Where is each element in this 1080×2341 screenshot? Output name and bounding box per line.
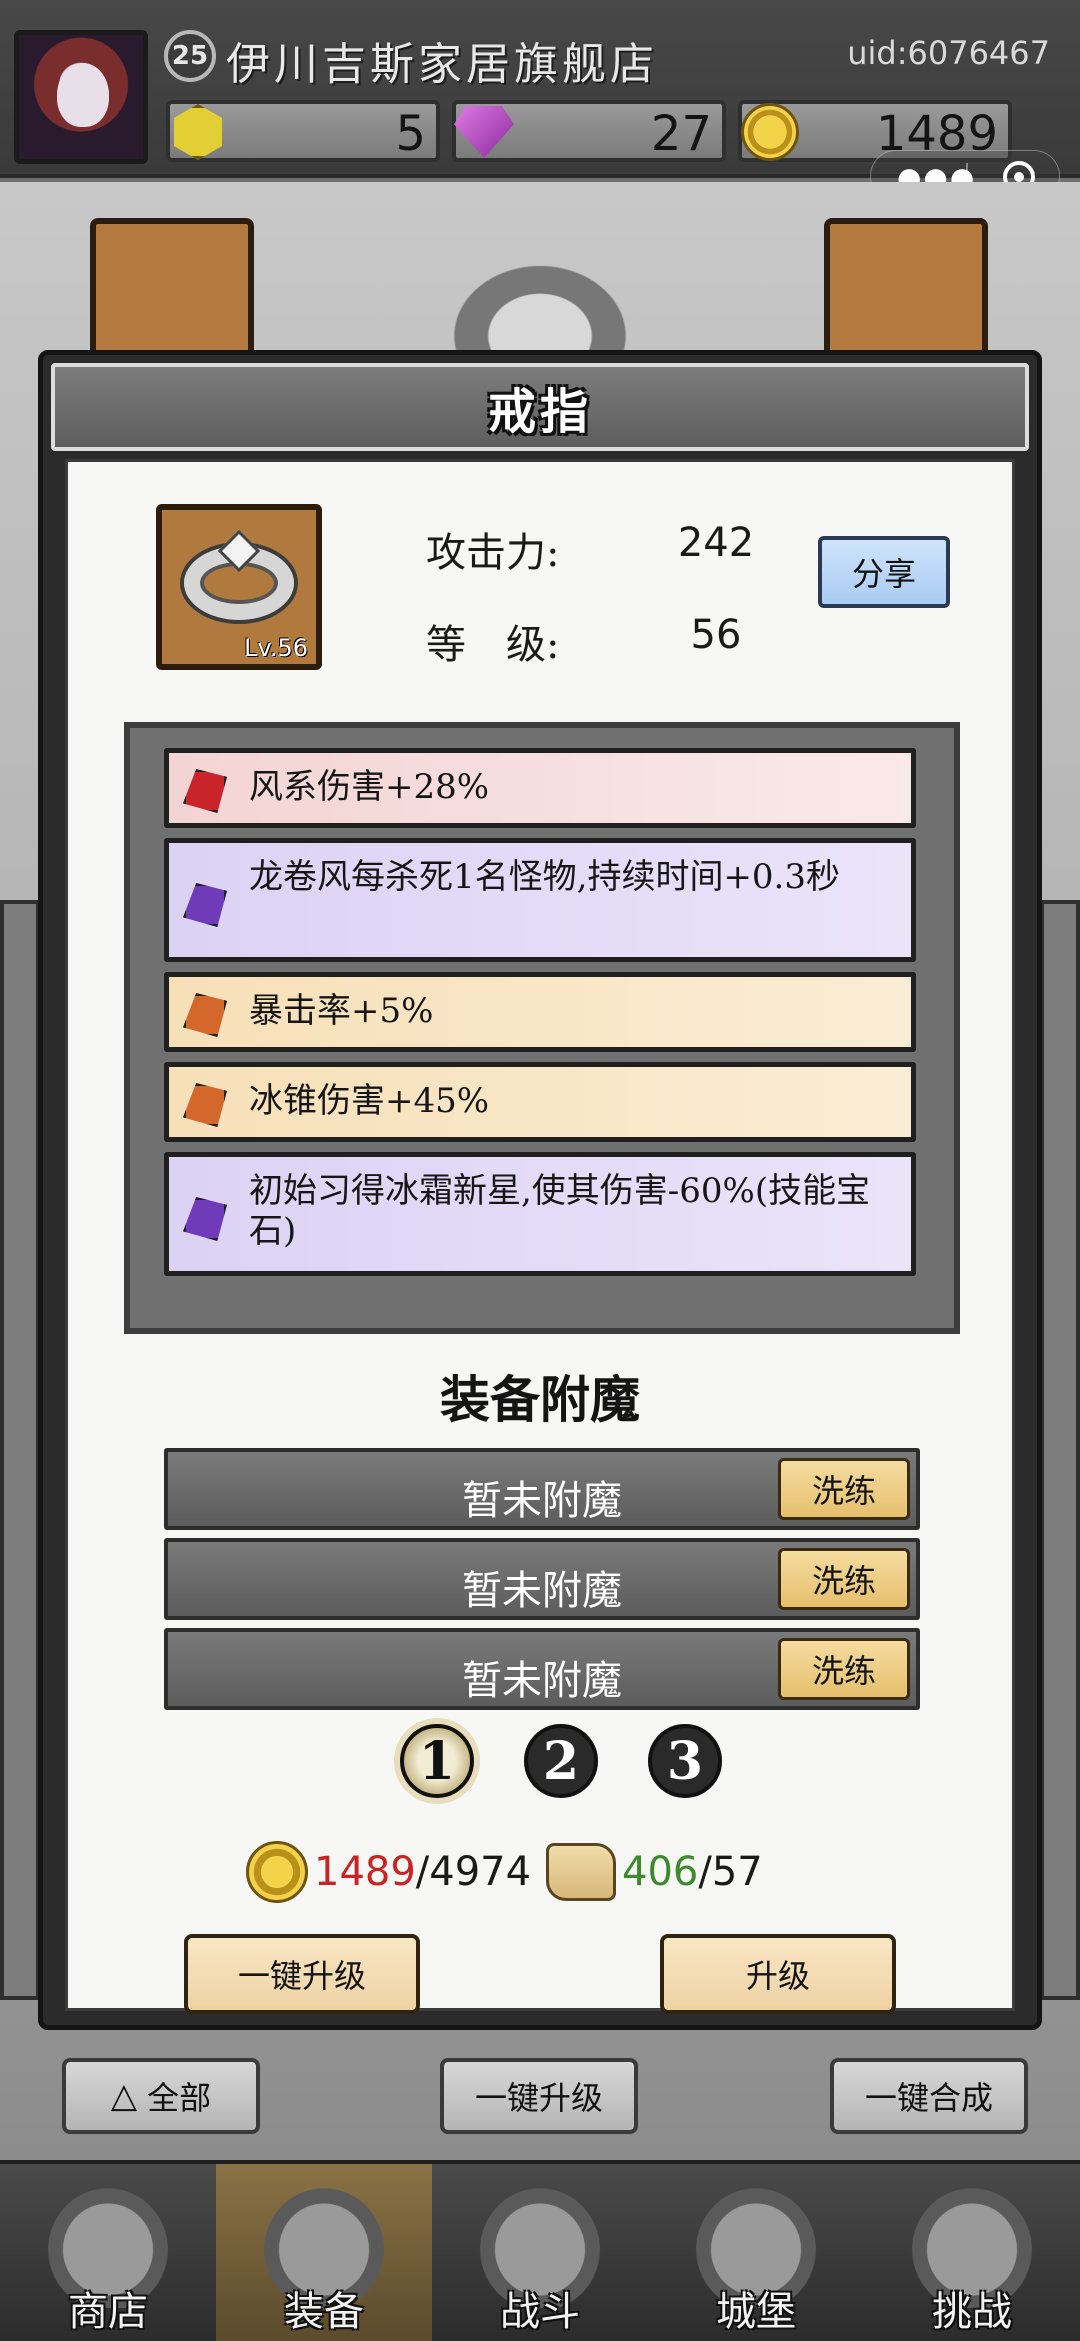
gold-cost: 1489 /4974: [246, 1840, 531, 1904]
affix-row: 暴击率+5%: [164, 972, 916, 1052]
reroll-enchant-button-1[interactable]: 洗练: [778, 1458, 910, 1520]
enchant-page-2[interactable]: 2: [524, 1724, 598, 1798]
attack-value: 242: [677, 520, 755, 566]
share-button[interactable]: 分享: [818, 536, 950, 608]
scroll-cost: 406 /57: [546, 1840, 763, 1904]
affix-text: 龙卷风每杀死1名怪物,持续时间+0.3秒: [249, 857, 840, 897]
nav-battle-label: 战斗: [500, 2289, 580, 2335]
bottom-nav: 商店 装备 战斗 城堡 挑战: [0, 2160, 1080, 2341]
nav-challenge[interactable]: 挑战: [864, 2164, 1080, 2341]
nav-challenge-label: 挑战: [932, 2289, 1012, 2335]
red-gem-icon: [183, 769, 227, 813]
purple-diamond-icon: [452, 100, 518, 166]
one-click-merge-button[interactable]: 一键合成: [830, 2058, 1028, 2134]
upgrade-button[interactable]: 升级: [660, 1934, 896, 2014]
left-side-panel: [0, 900, 40, 2000]
item-detail-dialog: 戒指 Lv.56 攻击力: 242 等 级: 56 分享 风系伤害+28% 龙卷…: [38, 350, 1042, 2030]
enchant-slot-2: 暂未附魔 洗练: [164, 1538, 920, 1620]
gold-required: /4974: [415, 1849, 532, 1895]
item-icon-frame[interactable]: Lv.56: [156, 504, 322, 670]
resource-diamond-value: 27: [650, 106, 712, 162]
orange-gem-icon: [183, 1083, 227, 1127]
affix-row: 初始习得冰霜新星,使其伤害-60%(技能宝石): [164, 1152, 916, 1276]
one-click-upgrade-all-label: 一键升级: [474, 2079, 603, 2117]
scroll-icon: [546, 1843, 616, 1901]
gold-coin-icon: [738, 100, 804, 166]
affix-row: 龙卷风每杀死1名怪物,持续时间+0.3秒: [164, 838, 916, 962]
orange-gem-icon: [183, 993, 227, 1037]
enchant-slot-1: 暂未附魔 洗练: [164, 1448, 920, 1530]
user-id: uid:6076467: [847, 34, 1050, 72]
one-click-merge-label: 一键合成: [864, 2079, 993, 2117]
affix-text: 暴击率+5%: [249, 991, 434, 1031]
enchant-page-1[interactable]: 1: [400, 1724, 474, 1798]
affix-text: 风系伤害+28%: [249, 767, 490, 807]
purple-gem-icon: [183, 883, 227, 927]
dialog-title: 戒指: [487, 384, 592, 440]
affix-row: 冰锥伤害+45%: [164, 1062, 916, 1142]
player-level-badge: 25: [164, 30, 216, 82]
scroll-required: /57: [698, 1849, 763, 1895]
level-label: 等 级:: [426, 622, 560, 668]
dialog-title-bar: 戒指: [51, 363, 1029, 451]
enchant-section-title: 装备附魔: [440, 1370, 640, 1429]
nav-shop-label: 商店: [68, 2289, 148, 2335]
right-side-panel: [1040, 900, 1080, 2000]
affix-text: 初始习得冰霜新星,使其伤害-60%(技能宝石): [249, 1171, 871, 1251]
nav-shop[interactable]: 商店: [0, 2164, 216, 2341]
affix-panel: 风系伤害+28% 龙卷风每杀死1名怪物,持续时间+0.3秒 暴击率+5% 冰锥伤…: [124, 722, 960, 1334]
resource-gold-gem[interactable]: 5: [166, 100, 440, 162]
filter-all-label: 全部: [147, 2079, 212, 2117]
nav-castle[interactable]: 城堡: [648, 2164, 864, 2341]
nav-equipment-label: 装备: [284, 2289, 364, 2335]
enchant-slot-3: 暂未附魔 洗练: [164, 1628, 920, 1710]
nav-equipment[interactable]: 装备: [216, 2164, 432, 2341]
enchant-page-3[interactable]: 3: [648, 1724, 722, 1798]
item-level-badge: Lv.56: [244, 634, 308, 662]
level-value: 56: [690, 612, 742, 658]
nav-battle[interactable]: 战斗: [432, 2164, 648, 2341]
nav-castle-label: 城堡: [716, 2289, 796, 2335]
reroll-enchant-button-2[interactable]: 洗练: [778, 1548, 910, 1610]
triangle-filter-icon: △: [110, 2076, 138, 2116]
attack-label: 攻击力:: [426, 530, 560, 576]
one-click-upgrade-all-button[interactable]: 一键升级: [440, 2058, 638, 2134]
filter-all-button[interactable]: △ 全部: [62, 2058, 260, 2134]
scroll-owned: 406: [622, 1849, 699, 1895]
purple-gem-icon: [183, 1197, 227, 1241]
gold-hexagon-icon: [166, 100, 232, 166]
avatar-face-art: [57, 63, 109, 127]
affix-row: 风系伤害+28%: [164, 748, 916, 828]
player-avatar[interactable]: [14, 30, 148, 164]
resource-diamond[interactable]: 27: [452, 100, 726, 162]
shop-name: 伊川吉斯家居旗舰店: [226, 39, 658, 90]
resource-gold-gem-value: 5: [395, 106, 426, 162]
gold-coin-icon: [246, 1841, 308, 1903]
affix-text: 冰锥伤害+45%: [249, 1081, 490, 1121]
reroll-enchant-button-3[interactable]: 洗练: [778, 1638, 910, 1700]
dialog-body: Lv.56 攻击力: 242 等 级: 56 分享 风系伤害+28% 龙卷风每杀…: [65, 459, 1015, 2014]
one-click-upgrade-button[interactable]: 一键升级: [184, 1934, 420, 2014]
gold-owned: 1489: [314, 1849, 416, 1895]
